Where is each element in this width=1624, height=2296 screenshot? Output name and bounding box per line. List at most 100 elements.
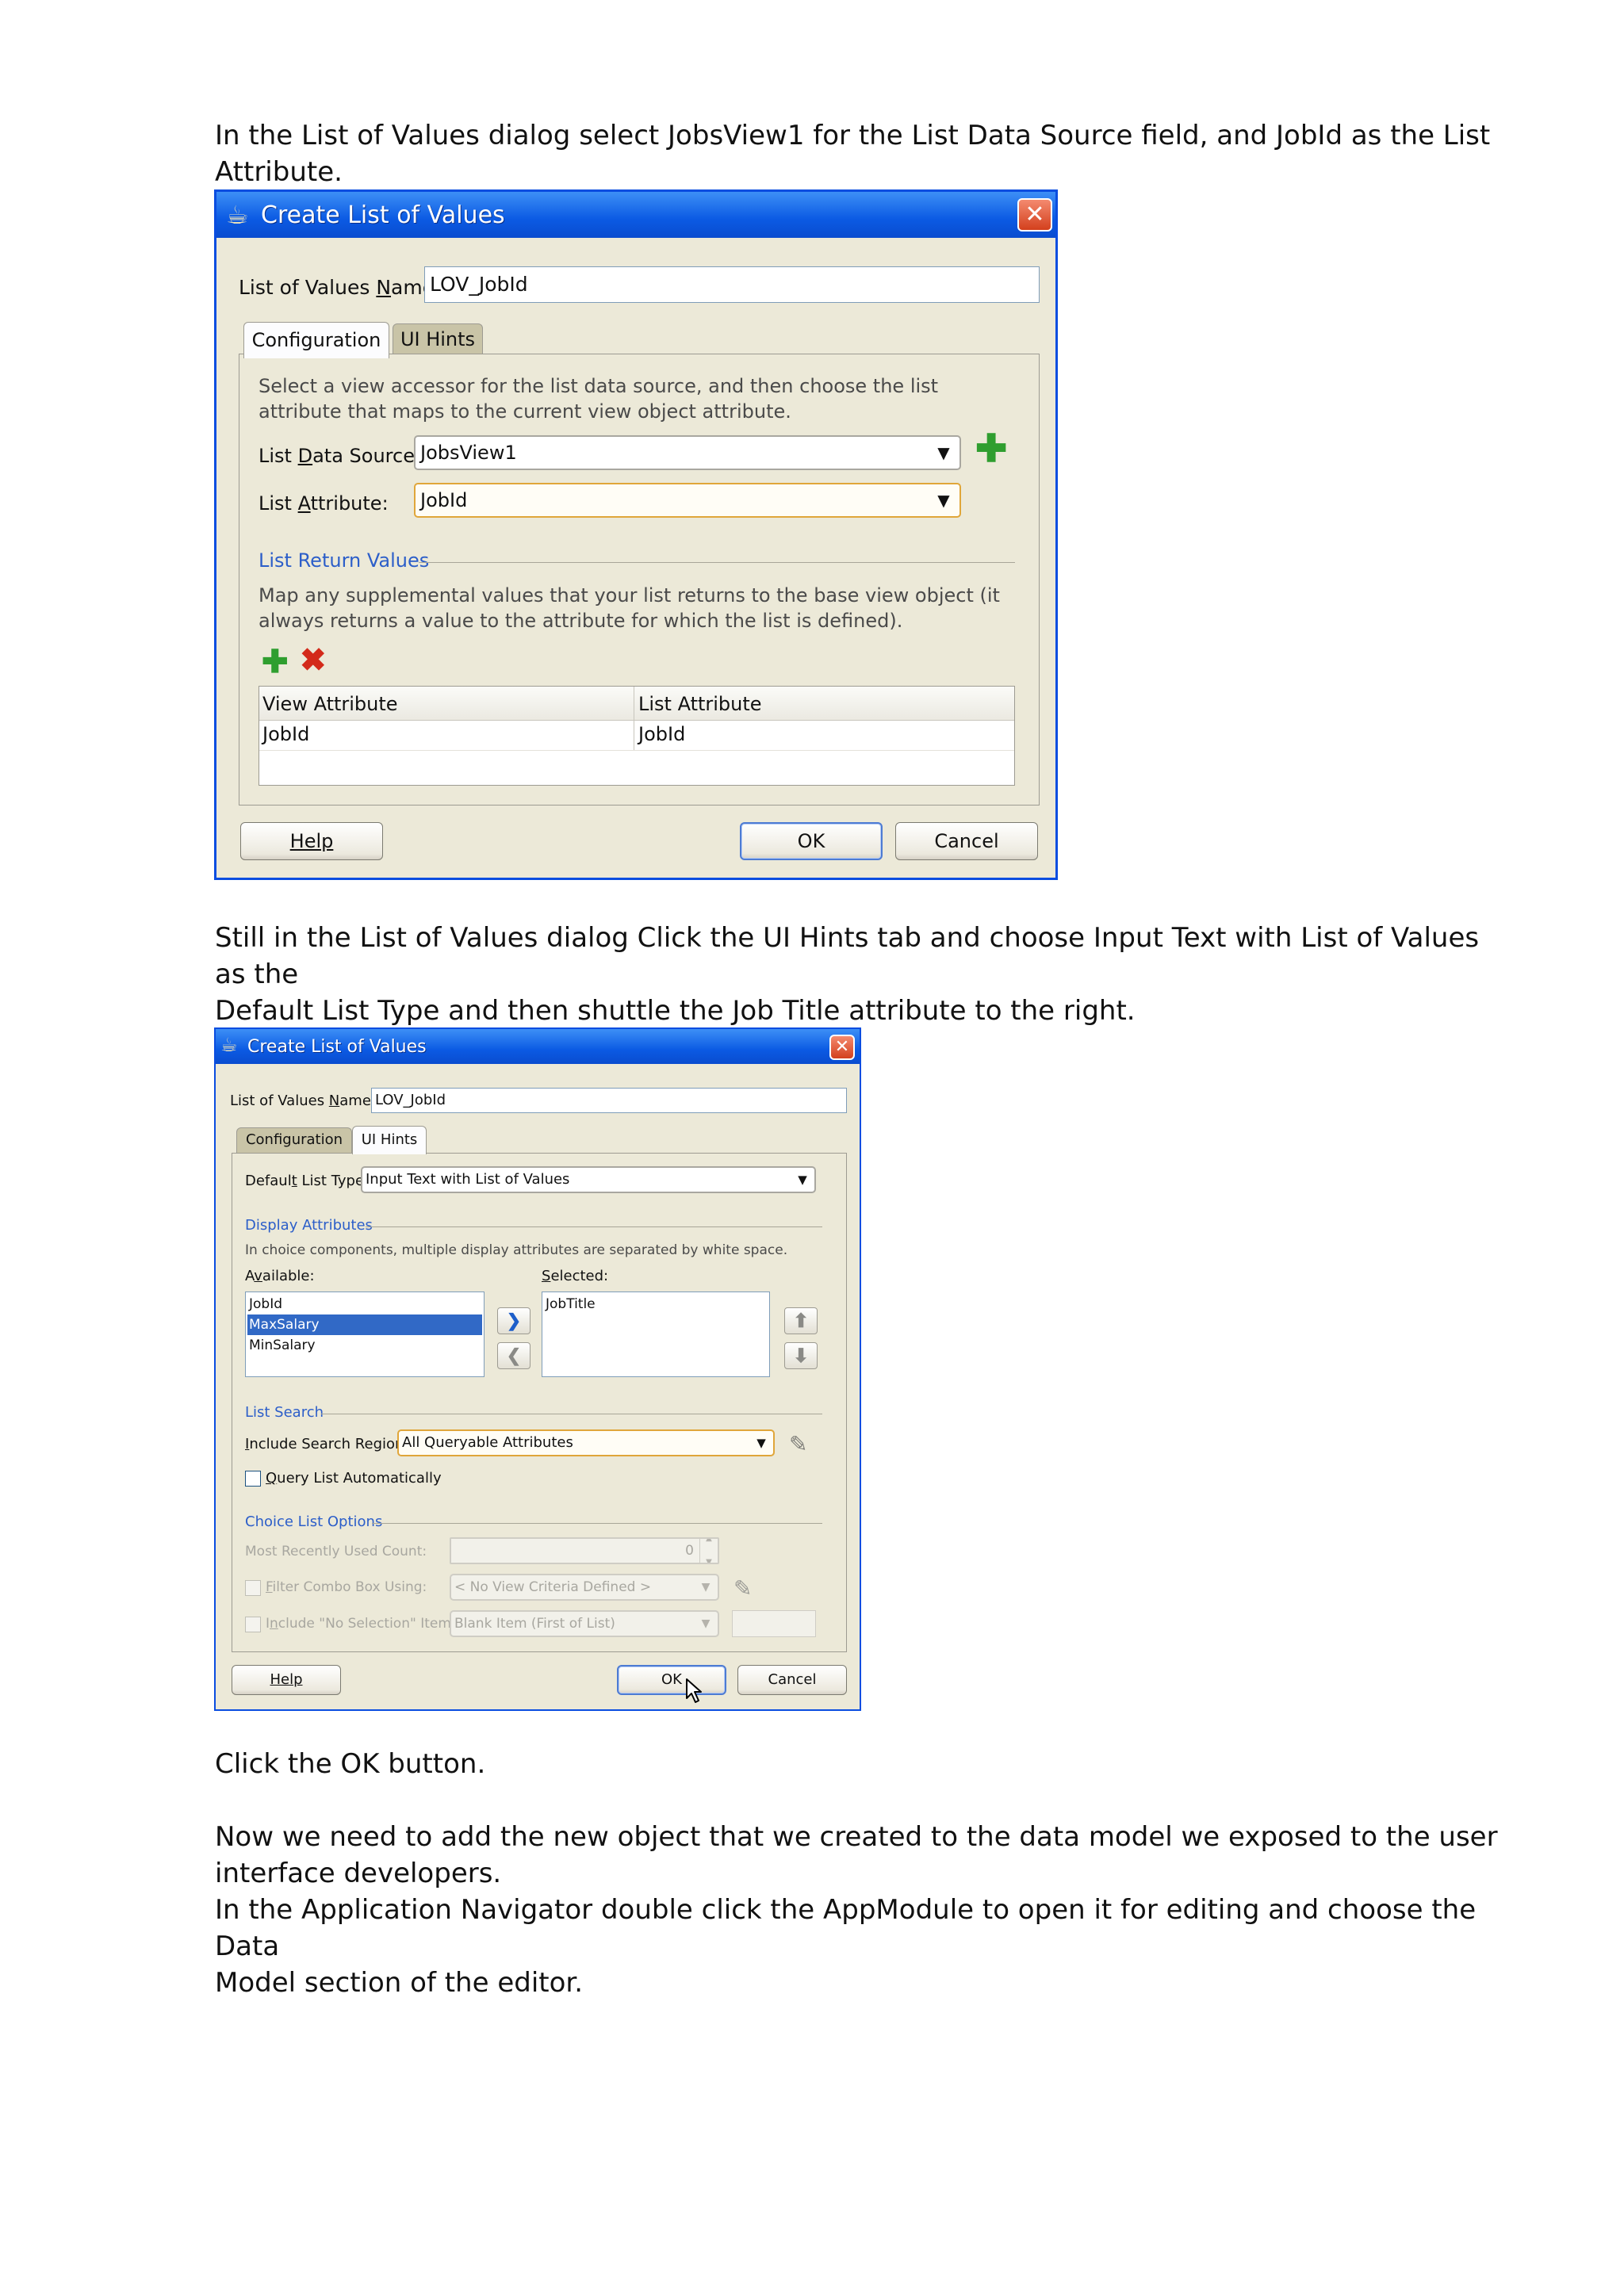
dropdown-arrow-icon[interactable]: ▼ bbox=[928, 484, 959, 516]
default-list-type-value: Input Text with List of Values bbox=[366, 1171, 570, 1188]
list-data-source-label: List Data Source: bbox=[259, 445, 422, 467]
include-search-region-dropdown[interactable]: All Queryable Attributes ▼ bbox=[397, 1429, 775, 1456]
coffee-cup-icon: ☕ bbox=[226, 200, 249, 230]
filter-combo-label: Filter Combo Box Using: bbox=[266, 1579, 427, 1595]
default-list-type-dropdown[interactable]: Input Text with List of Values ▼ bbox=[361, 1166, 816, 1193]
no-selection-value: Blank Item (First of List) bbox=[454, 1616, 615, 1632]
help-button[interactable]: Help bbox=[240, 822, 383, 860]
ok-button[interactable]: OK bbox=[740, 822, 883, 860]
list-item[interactable]: JobTitle bbox=[544, 1294, 768, 1314]
mru-count-spinner[interactable]: 0 ▲ ▼ bbox=[450, 1537, 719, 1564]
list-data-source-dropdown[interactable]: JobsView1 ▼ bbox=[414, 435, 961, 470]
table-cell: JobId bbox=[262, 723, 310, 745]
filter-combo-value: < No View Criteria Defined > bbox=[454, 1579, 652, 1595]
ok-button[interactable]: OK bbox=[617, 1665, 726, 1695]
list-item[interactable]: MinSalary bbox=[247, 1335, 482, 1356]
no-selection-checkbox[interactable] bbox=[245, 1617, 261, 1632]
dialog-titlebar[interactable]: ☕ Create List of Values ✕ bbox=[216, 1029, 860, 1064]
section-divider bbox=[366, 1226, 822, 1227]
tab-ui-hints[interactable]: UI Hints bbox=[352, 1126, 427, 1154]
instruction-paragraph-5: In the Application Navigator double clic… bbox=[215, 1892, 1507, 2001]
edit-pencil-icon[interactable]: ✎ bbox=[789, 1431, 807, 1457]
filter-combo-checkbox[interactable] bbox=[245, 1580, 261, 1596]
no-selection-dropdown[interactable]: Blank Item (First of List) ▼ bbox=[450, 1610, 719, 1637]
include-search-region-label: Include Search Region: bbox=[245, 1436, 409, 1452]
no-selection-text-field[interactable] bbox=[732, 1610, 816, 1637]
move-down-icon: ⬇ bbox=[792, 1345, 810, 1367]
lov-name-input[interactable]: LOV_JobId bbox=[371, 1088, 847, 1113]
configuration-panel: Select a view accessor for the list data… bbox=[239, 354, 1040, 806]
move-up-button[interactable]: ⬆ bbox=[784, 1307, 818, 1334]
instruction-paragraph-5-line-1: In the Application Navigator double clic… bbox=[215, 1894, 1477, 1962]
instruction-paragraph-4-line-1: Now we need to add the new object that w… bbox=[215, 1821, 1498, 1853]
instruction-paragraph-4-line-2: interface developers. bbox=[215, 1858, 502, 1889]
table-cell: JobId bbox=[638, 723, 686, 745]
instruction-paragraph-1: In the List of Values dialog select Jobs… bbox=[215, 120, 1491, 188]
filter-combo-dropdown[interactable]: < No View Criteria Defined > ▼ bbox=[450, 1574, 719, 1601]
dropdown-arrow-icon[interactable]: ▼ bbox=[694, 1612, 718, 1636]
list-item[interactable]: JobId bbox=[247, 1294, 482, 1314]
display-attributes-note: In choice components, multiple display a… bbox=[245, 1242, 788, 1258]
selected-attributes-list[interactable]: JobTitle bbox=[542, 1292, 770, 1377]
instruction-paragraph-5-line-2: Model section of the editor. bbox=[215, 1967, 584, 1999]
close-icon[interactable]: ✕ bbox=[829, 1035, 855, 1060]
cancel-button[interactable]: Cancel bbox=[737, 1665, 847, 1695]
default-list-type-label: Default List Type: bbox=[245, 1173, 370, 1189]
dialog-title: Create List of Values bbox=[247, 1037, 427, 1057]
instruction-paragraph-2-line-2: Default List Type and then shuttle the J… bbox=[215, 995, 1136, 1027]
list-attribute-label: List Attribute: bbox=[259, 492, 389, 515]
shuttle-left-button[interactable]: ❮ bbox=[497, 1342, 530, 1369]
delete-icon[interactable]: ✖ bbox=[300, 645, 327, 676]
configuration-description: Select a view accessor for the list data… bbox=[259, 375, 939, 423]
shuttle-right-button[interactable]: ❯ bbox=[497, 1307, 530, 1334]
coffee-cup-icon: ☕ bbox=[220, 1034, 238, 1056]
instruction-paragraph-4: Now we need to add the new object that w… bbox=[215, 1819, 1507, 1892]
move-down-button[interactable]: ⬇ bbox=[784, 1342, 818, 1369]
close-icon[interactable]: ✕ bbox=[1017, 198, 1052, 232]
query-list-automatically-checkbox[interactable] bbox=[245, 1471, 261, 1487]
return-values-description: Map any supplemental values that your li… bbox=[259, 584, 1000, 632]
include-search-region-value: All Queryable Attributes bbox=[402, 1434, 573, 1451]
mru-count-value: 0 bbox=[685, 1543, 694, 1559]
shuttle-left-icon: ❮ bbox=[506, 1345, 522, 1365]
list-attribute-value: JobId bbox=[420, 489, 468, 511]
ui-hints-panel: Default List Type: Input Text with List … bbox=[232, 1153, 847, 1652]
tab-ui-hints[interactable]: UI Hints bbox=[393, 323, 483, 355]
create-lov-dialog-ui-hints: ☕ Create List of Values ✕ List of Values… bbox=[214, 1027, 861, 1711]
dropdown-arrow-icon[interactable]: ▼ bbox=[791, 1168, 814, 1192]
help-button[interactable]: Help bbox=[232, 1665, 341, 1695]
instruction-paragraph-3: Click the OK button. bbox=[215, 1748, 486, 1780]
tab-configuration[interactable]: Configuration bbox=[236, 1127, 352, 1153]
column-header-view-attribute[interactable]: View Attribute bbox=[262, 693, 398, 715]
list-search-section: List Search bbox=[245, 1404, 324, 1421]
dialog-titlebar[interactable]: ☕ Create List of Values ✕ bbox=[216, 192, 1055, 238]
add-icon[interactable]: ✚ bbox=[262, 646, 289, 678]
dialog-title: Create List of Values bbox=[261, 201, 505, 229]
instruction-paragraph-2: Still in the List of Values dialog Click… bbox=[215, 920, 1507, 1029]
add-icon[interactable]: ✚ bbox=[975, 430, 1007, 469]
cancel-button[interactable]: Cancel bbox=[895, 822, 1038, 860]
choice-list-options-section: Choice List Options bbox=[245, 1513, 383, 1530]
return-values-table[interactable]: View Attribute List Attribute JobId JobI… bbox=[259, 686, 1015, 786]
dropdown-arrow-icon[interactable]: ▼ bbox=[694, 1575, 718, 1599]
lov-name-label: List of Values Name: bbox=[239, 276, 442, 299]
list-attribute-dropdown[interactable]: JobId ▼ bbox=[414, 483, 961, 518]
dropdown-arrow-icon[interactable]: ▼ bbox=[928, 437, 959, 469]
shuttle-right-icon: ❯ bbox=[506, 1311, 522, 1330]
tab-configuration[interactable]: Configuration bbox=[243, 322, 389, 358]
query-list-automatically-label: Query List Automatically bbox=[266, 1470, 442, 1487]
column-header-list-attribute[interactable]: List Attribute bbox=[638, 693, 762, 715]
mru-count-label: Most Recently Used Count: bbox=[245, 1544, 427, 1559]
spinner-arrows-icon[interactable]: ▲ ▼ bbox=[699, 1539, 718, 1563]
no-selection-label: Include "No Selection" Item: bbox=[266, 1616, 456, 1632]
move-up-icon: ⬆ bbox=[792, 1310, 810, 1332]
lov-name-label: List of Values Name: bbox=[230, 1093, 376, 1109]
available-attributes-list[interactable]: JobId MaxSalary MinSalary bbox=[245, 1292, 485, 1377]
display-attributes-section: Display Attributes bbox=[245, 1217, 373, 1234]
dropdown-arrow-icon[interactable]: ▼ bbox=[749, 1431, 773, 1455]
lov-name-input[interactable]: LOV_JobId bbox=[424, 266, 1040, 303]
list-item[interactable]: MaxSalary bbox=[247, 1314, 482, 1335]
table-row[interactable]: JobId JobId bbox=[259, 720, 1014, 751]
edit-pencil-icon[interactable]: ✎ bbox=[733, 1575, 752, 1601]
selected-label: Selected: bbox=[542, 1268, 609, 1284]
